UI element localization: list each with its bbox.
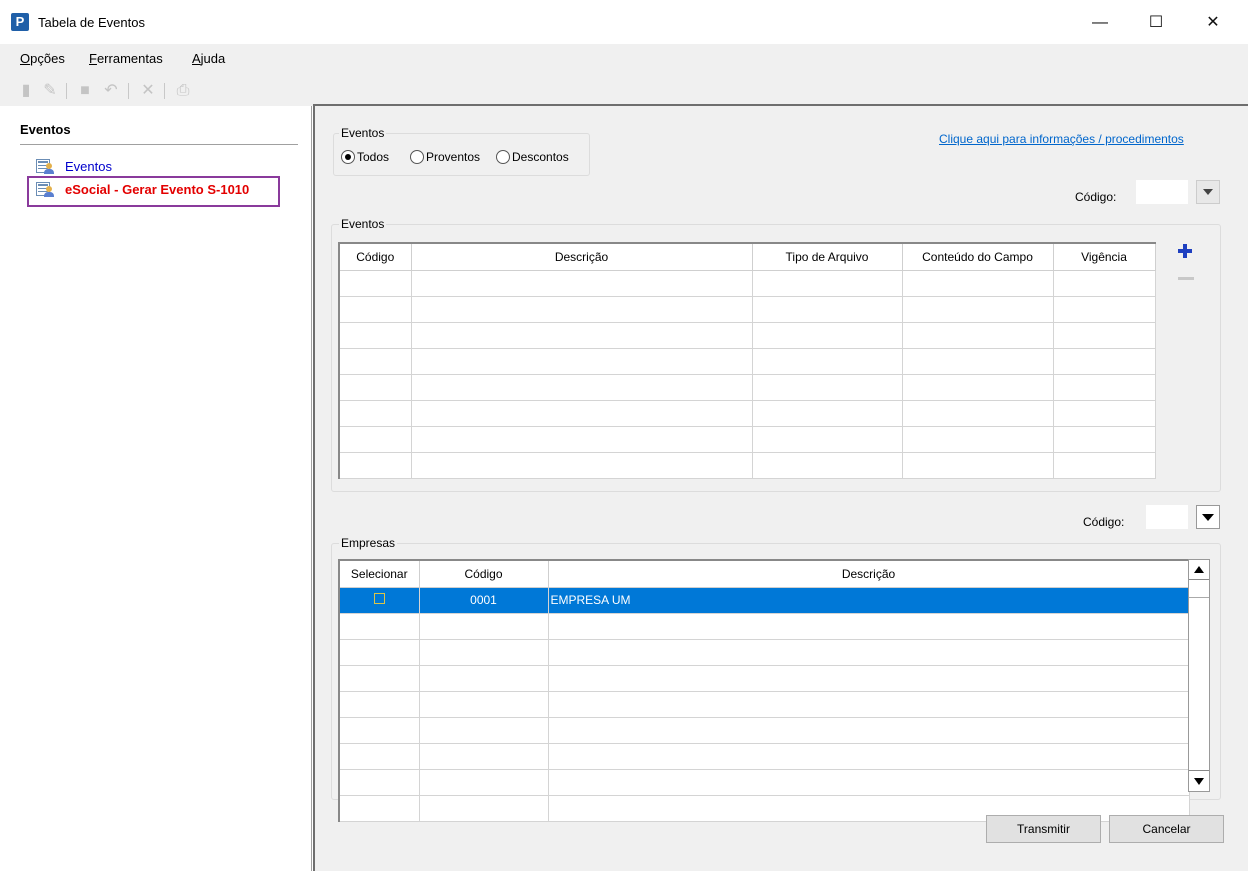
filter-group-label: Eventos	[339, 126, 387, 140]
menu-ajuda-label: juda	[200, 51, 226, 66]
empresas-table: Selecionar Código Descrição 0001 EMPRESA…	[338, 559, 1190, 822]
menu-ferramentas-label: erramentas	[96, 51, 163, 66]
save-icon[interactable]: ■	[76, 82, 94, 100]
toolbar-separator	[66, 83, 67, 99]
eventos-group-label: Eventos	[339, 217, 387, 231]
radio-circle	[341, 150, 355, 164]
table-row[interactable]	[338, 373, 1156, 401]
info-procedures-link[interactable]: Clique aqui para informações / procedime…	[939, 132, 1184, 146]
menu-opcoes-accel: O	[20, 51, 31, 66]
scroll-up-icon[interactable]	[1189, 560, 1209, 580]
table-row-selected[interactable]: 0001 EMPRESA UM	[338, 586, 1190, 614]
vertical-scrollbar[interactable]	[1188, 559, 1210, 792]
table-row[interactable]	[338, 612, 1190, 640]
codigo-cell: 0001	[418, 586, 549, 614]
tree-item-esocial-s1010[interactable]: eSocial - Gerar Evento S-1010	[36, 178, 249, 200]
column-header-tipo-arquivo[interactable]: Tipo de Arquivo	[751, 242, 903, 271]
select-checkbox[interactable]	[373, 593, 385, 604]
table-row[interactable]	[338, 425, 1156, 453]
codigo-label: Código:	[1075, 190, 1117, 204]
window-title: Tabela de Eventos	[38, 15, 145, 30]
event-table-icon	[36, 157, 56, 175]
toolbar: ▮ ✎ ■ ↶ ✕ ⎙	[0, 74, 1248, 106]
edit-icon[interactable]: ✎	[41, 82, 59, 100]
left-panel-title: Eventos	[20, 122, 71, 137]
menu-opcoes-label: pções	[30, 51, 65, 66]
tree-item-eventos[interactable]: Eventos	[36, 155, 112, 177]
table-row[interactable]	[338, 768, 1190, 796]
column-header-descricao[interactable]: Descrição	[410, 242, 753, 271]
table-row[interactable]	[338, 716, 1190, 744]
radio-proventos[interactable]: Proventos	[410, 150, 480, 164]
menu-ajuda[interactable]: Ajuda	[192, 51, 225, 66]
radio-label: Todos	[357, 150, 390, 164]
eventos-table: Código Descrição Tipo de Arquivo Conteúd…	[338, 242, 1156, 479]
codigo-dropdown-button[interactable]	[1196, 505, 1220, 529]
descricao-cell: EMPRESA UM	[547, 586, 1190, 614]
table-row[interactable]	[338, 269, 1156, 297]
undo-icon[interactable]: ↶	[102, 82, 120, 100]
add-event-button[interactable]	[1176, 241, 1194, 261]
column-header-vigencia[interactable]: Vigência	[1052, 242, 1156, 271]
column-header-selecionar[interactable]: Selecionar	[338, 559, 420, 588]
scroll-down-icon[interactable]	[1189, 770, 1209, 791]
codigo-label: Código:	[1083, 515, 1125, 529]
column-header-codigo[interactable]: Código	[418, 559, 549, 588]
radio-descontos[interactable]: Descontos	[496, 150, 569, 164]
column-header-conteudo-campo[interactable]: Conteúdo do Campo	[901, 242, 1054, 271]
table-row[interactable]	[338, 347, 1156, 375]
chevron-down-icon	[1203, 189, 1213, 195]
codigo-input[interactable]	[1136, 180, 1188, 204]
new-document-icon[interactable]: ▮	[17, 82, 35, 100]
empresas-group-label: Empresas	[339, 536, 398, 550]
tree-item-label: Eventos	[65, 158, 112, 174]
table-row[interactable]	[338, 321, 1156, 349]
print-icon[interactable]: ⎙	[174, 82, 192, 100]
radio-label: Proventos	[426, 150, 481, 164]
radio-circle	[410, 150, 424, 164]
minimize-button[interactable]: —	[1077, 8, 1123, 38]
table-row[interactable]	[338, 399, 1156, 427]
title-bar: P Tabela de Eventos — ☐ ✕	[0, 0, 1248, 44]
chevron-down-icon	[1202, 513, 1214, 521]
table-row[interactable]	[338, 638, 1190, 666]
radio-label: Descontos	[512, 150, 569, 164]
divider	[20, 144, 298, 145]
toolbar-separator	[164, 83, 165, 99]
codigo-input[interactable]	[1146, 505, 1188, 529]
table-row[interactable]	[338, 690, 1190, 718]
menu-opcoes[interactable]: Opções	[20, 51, 65, 66]
menu-ajuda-accel: A	[192, 51, 201, 66]
radio-circle	[496, 150, 510, 164]
menu-ferramentas[interactable]: Ferramentas	[89, 51, 163, 66]
remove-event-button[interactable]	[1176, 270, 1194, 290]
table-row[interactable]	[338, 742, 1190, 770]
scroll-thumb[interactable]	[1189, 580, 1209, 598]
codigo-dropdown-button[interactable]	[1196, 180, 1220, 204]
left-panel: Eventos Eventos eSocial - Gerar Evento S…	[0, 106, 312, 871]
table-row[interactable]	[338, 451, 1156, 479]
menu-ferramentas-accel: F	[89, 51, 97, 66]
cancel-button[interactable]: Cancelar	[1109, 815, 1224, 843]
column-header-descricao[interactable]: Descrição	[547, 559, 1190, 588]
delete-icon[interactable]: ✕	[139, 82, 157, 100]
app-logo-icon: P	[11, 13, 29, 31]
transmit-button[interactable]: Transmitir	[986, 815, 1101, 843]
table-row[interactable]	[338, 664, 1190, 692]
radio-todos[interactable]: Todos	[341, 150, 389, 164]
toolbar-separator	[128, 83, 129, 99]
tree-item-label: eSocial - Gerar Evento S-1010	[65, 181, 250, 197]
menu-bar: Opções Ferramentas Ajuda	[0, 44, 1248, 74]
maximize-button[interactable]: ☐	[1133, 8, 1179, 38]
close-button[interactable]: ✕	[1190, 8, 1236, 38]
column-header-codigo[interactable]: Código	[338, 242, 412, 271]
select-cell[interactable]	[338, 586, 420, 614]
event-table-icon	[36, 180, 56, 198]
table-row[interactable]	[338, 295, 1156, 323]
